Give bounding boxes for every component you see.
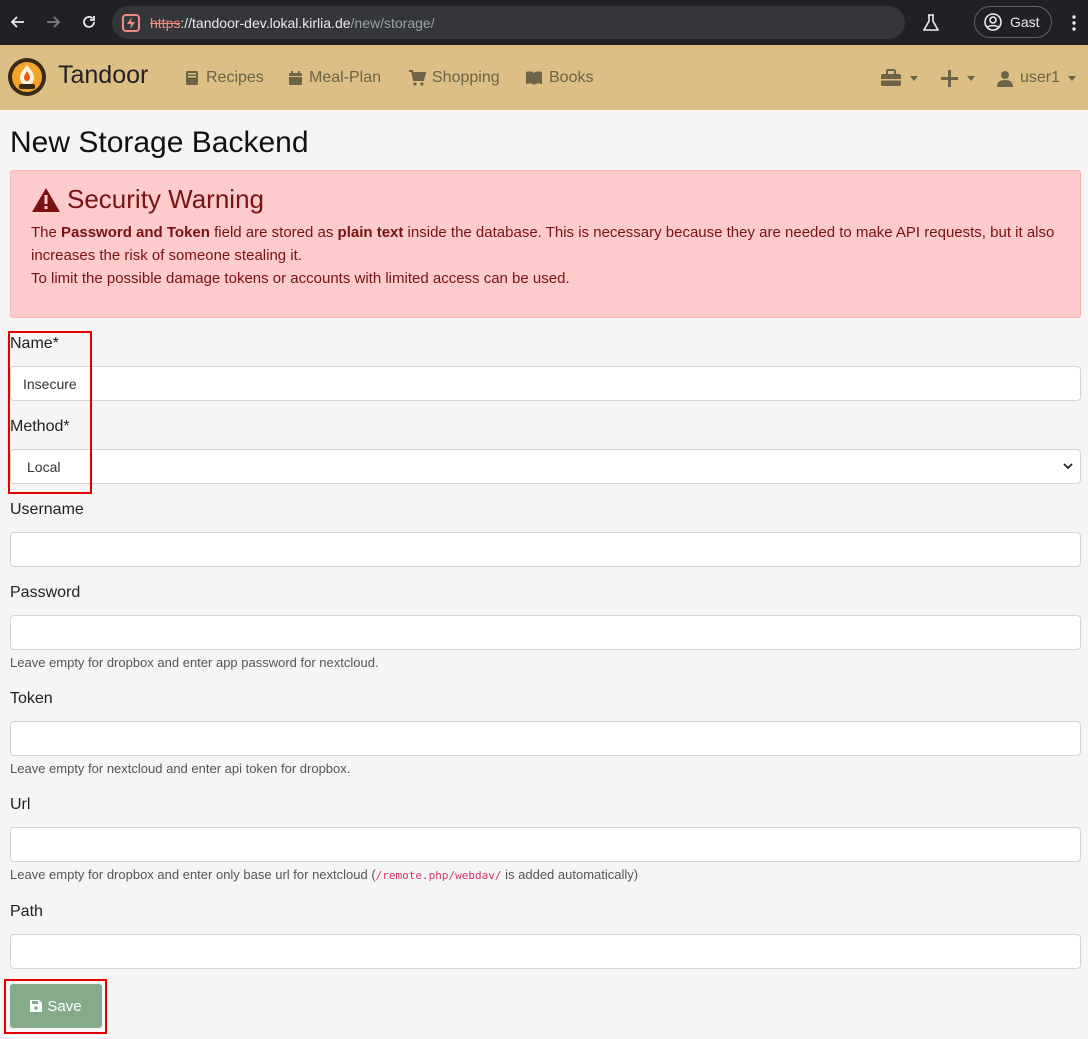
- url-help-text: Leave empty for dropbox and enter only b…: [10, 867, 638, 882]
- floppy-disk-icon: [30, 1000, 43, 1012]
- alert-body: The Password and Token field are stored …: [31, 221, 1061, 290]
- tandoor-logo-icon[interactable]: [7, 57, 47, 97]
- nav-shopping[interactable]: Shopping: [408, 67, 500, 89]
- token-input[interactable]: [10, 721, 1081, 756]
- user-dropdown[interactable]: user1: [997, 66, 1077, 90]
- url-scheme: https: [150, 14, 181, 31]
- username-input[interactable]: [10, 532, 1081, 567]
- alert-bold-text: Password and Token: [61, 224, 210, 241]
- alert-heading: Security Warning: [31, 184, 264, 215]
- open-book-icon: [526, 71, 542, 85]
- url-help-code: /remote.php/webdav/: [375, 869, 502, 882]
- profile-icon: [984, 13, 1002, 31]
- nav-meal-plan[interactable]: Meal-Plan: [288, 67, 381, 89]
- token-label: Token: [10, 690, 53, 707]
- user-name: user1: [1020, 69, 1061, 86]
- chevron-down-icon: [1063, 463, 1073, 470]
- token-help-text: Leave empty for nextcloud and enter api …: [10, 761, 351, 776]
- url-host: ://tandoor-dev.lokal.kirlia.de: [180, 14, 351, 31]
- username-label: Username: [10, 501, 84, 518]
- nav-shopping-label: Shopping: [432, 69, 500, 86]
- book-icon: [186, 71, 198, 85]
- reload-icon[interactable]: [71, 4, 107, 40]
- cart-icon: [409, 70, 426, 86]
- security-warning-alert: Security Warning The Password and Token …: [10, 170, 1081, 318]
- address-bar[interactable]: https://tandoor-dev.lokal.kirlia.de/new/…: [112, 6, 905, 39]
- url-help-post: is added automatically): [501, 867, 639, 882]
- alert-title: Security Warning: [67, 184, 264, 214]
- alert-text: field are stored as: [209, 224, 338, 241]
- page-title: New Storage Backend: [10, 126, 309, 159]
- path-input[interactable]: [10, 934, 1081, 969]
- password-help-text: Leave empty for dropbox and enter app pa…: [10, 655, 379, 670]
- alert-bold-text: plain text: [337, 224, 404, 241]
- highlight-box-name-method: [8, 331, 92, 494]
- url-input[interactable]: [10, 827, 1081, 862]
- profile-name: Gast: [1010, 14, 1040, 30]
- alert-text: To limit the possible damage tokens or a…: [31, 270, 570, 287]
- path-label: Path: [10, 903, 43, 920]
- forward-arrow-icon[interactable]: [35, 4, 71, 40]
- nav-recipes-label: Recipes: [206, 69, 264, 86]
- caret-down-icon: [910, 75, 918, 81]
- caret-down-icon: [967, 75, 975, 81]
- labs-flask-icon[interactable]: [918, 10, 944, 36]
- browser-menu-icon[interactable]: [1064, 10, 1084, 36]
- url-label: Url: [10, 796, 31, 813]
- profile-button[interactable]: Gast: [974, 6, 1052, 38]
- save-button-label: Save: [47, 997, 82, 1015]
- nav-meal-plan-label: Meal-Plan: [309, 69, 382, 86]
- toolbox-icon: [881, 69, 901, 86]
- password-input[interactable]: [10, 615, 1081, 650]
- caret-down-icon: [1068, 75, 1077, 81]
- alert-text: The: [31, 224, 62, 241]
- nav-books[interactable]: Books: [525, 67, 593, 89]
- back-arrow-icon[interactable]: [0, 4, 36, 40]
- nav-books-label: Books: [549, 69, 594, 86]
- warning-triangle-icon: [32, 187, 60, 212]
- plus-icon: [941, 69, 958, 87]
- add-dropdown[interactable]: [940, 66, 975, 90]
- save-button[interactable]: Save: [10, 984, 102, 1028]
- toolbox-dropdown[interactable]: [880, 66, 918, 90]
- name-input[interactable]: Insecure: [10, 366, 1081, 401]
- url-help-pre: Leave empty for dropbox and enter only b…: [10, 867, 376, 882]
- insecure-warning-icon[interactable]: [122, 13, 140, 32]
- url-path: /new/storage/: [350, 14, 435, 31]
- browser-toolbar: https://tandoor-dev.lokal.kirlia.de/new/…: [0, 0, 1088, 45]
- user-icon: [997, 70, 1013, 87]
- nav-recipes[interactable]: Recipes: [185, 67, 264, 89]
- password-label: Password: [10, 584, 81, 601]
- calendar-icon: [289, 71, 302, 85]
- method-select[interactable]: Local: [10, 449, 1081, 484]
- brand-name[interactable]: Tandoor: [58, 61, 148, 90]
